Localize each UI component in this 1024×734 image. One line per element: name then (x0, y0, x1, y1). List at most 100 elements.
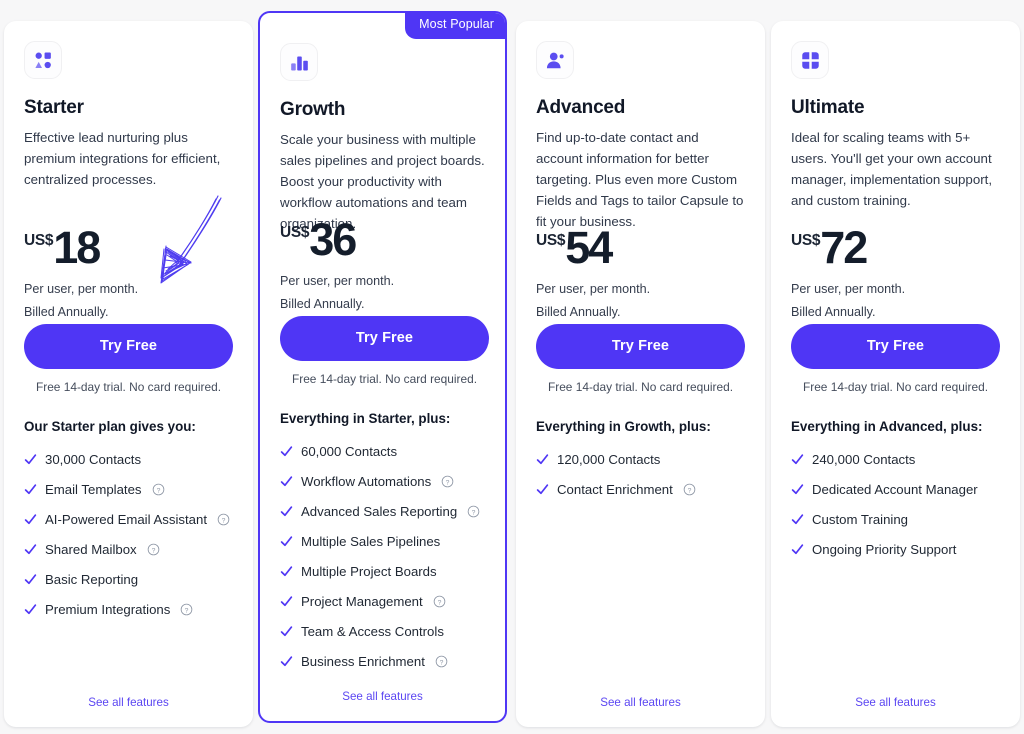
feature-label: Shared Mailbox (45, 542, 137, 557)
feature-label: Multiple Sales Pipelines (301, 534, 441, 549)
plan-name: Ultimate (791, 97, 865, 118)
user-plus-icon (536, 41, 574, 79)
plan-description: Find up-to-date contact and account info… (536, 130, 744, 229)
pricing-plans-board: Starter Effective lead nurturing plus pr… (0, 0, 1024, 734)
feature-label: AI-Powered Email Assistant (45, 512, 207, 527)
price-note-billing: Billed Annually. (536, 305, 621, 320)
price-note-per-user: Per user, per month. (791, 282, 906, 297)
svg-text:?: ? (222, 517, 226, 524)
check-icon (280, 626, 293, 637)
svg-text:?: ? (446, 479, 450, 486)
price-currency: US$ (536, 232, 566, 249)
check-icon (791, 514, 804, 525)
price-block: US$ 72 Per user, per month. Billed Annua… (791, 222, 906, 320)
svg-text:?: ? (472, 509, 476, 516)
feature-item: Project Management ? (280, 594, 495, 609)
check-icon (280, 476, 293, 487)
help-icon[interactable]: ? (467, 505, 480, 518)
help-icon[interactable]: ? (441, 475, 454, 488)
help-icon[interactable]: ? (435, 655, 448, 668)
feature-item: Advanced Sales Reporting ? (280, 504, 495, 519)
svg-text:?: ? (185, 607, 189, 614)
try-free-button[interactable]: Try Free (536, 324, 745, 369)
price-block: US$ 54 Per user, per month. Billed Annua… (536, 222, 650, 320)
features-list: Our Starter plan gives you: 30,000 Conta… (24, 419, 239, 632)
try-free-button[interactable]: Try Free (280, 316, 489, 361)
help-icon[interactable]: ? (433, 595, 446, 608)
features-title: Everything in Starter, plus: (280, 411, 451, 426)
price-note-per-user: Per user, per month. (280, 274, 395, 289)
feature-item: Custom Training (791, 512, 1006, 527)
check-icon (280, 536, 293, 547)
svg-text:?: ? (156, 487, 160, 494)
cta-subtext: Free 14-day trial. No card required. (35, 380, 222, 394)
feature-item: Workflow Automations ? (280, 474, 495, 489)
feature-label: Custom Training (812, 512, 909, 527)
feature-label: Project Management (301, 594, 423, 609)
check-icon (24, 604, 37, 615)
shapes-grid-icon (24, 41, 62, 79)
help-icon[interactable]: ? (147, 543, 160, 556)
price-note-billing: Billed Annually. (24, 305, 109, 320)
cta-wrapper: Try Free Free 14-day trial. No card requ… (24, 324, 233, 394)
cta-subtext: Free 14-day trial. No card required. (547, 380, 734, 394)
features-list: Everything in Advanced, plus: 240,000 Co… (791, 419, 1006, 572)
features-list: Everything in Starter, plus: 60,000 Cont… (280, 411, 495, 684)
help-icon[interactable]: ? (683, 483, 696, 496)
price-amount: 54 (565, 222, 613, 273)
try-free-button[interactable]: Try Free (791, 324, 1000, 369)
help-icon[interactable]: ? (152, 483, 165, 496)
feature-item: 30,000 Contacts (24, 452, 239, 467)
feature-item: AI-Powered Email Assistant ? (24, 512, 239, 527)
plan-name: Starter (24, 97, 84, 118)
cta-wrapper: Try Free Free 14-day trial. No card requ… (280, 316, 489, 386)
check-icon (280, 566, 293, 577)
see-all-features-link[interactable]: See all features (4, 696, 253, 709)
svg-text:?: ? (439, 659, 443, 666)
most-popular-badge: Most Popular (405, 13, 505, 39)
plan-card-ultimate[interactable]: Ultimate Ideal for scaling teams with 5+… (771, 21, 1020, 727)
feature-label: Business Enrichment (301, 654, 425, 669)
try-free-button[interactable]: Try Free (24, 324, 233, 369)
feature-label: Dedicated Account Manager (812, 482, 978, 497)
help-icon[interactable]: ? (180, 603, 193, 616)
check-icon (24, 514, 37, 525)
features-title: Everything in Growth, plus: (536, 419, 711, 434)
see-all-features-link[interactable]: See all features (771, 696, 1020, 709)
cta-subtext: Free 14-day trial. No card required. (291, 372, 478, 386)
feature-item: Multiple Sales Pipelines (280, 534, 495, 549)
feature-item: Team & Access Controls (280, 624, 495, 639)
plan-card-advanced[interactable]: Advanced Find up-to-date contact and acc… (516, 21, 765, 727)
price-amount: 18 (53, 222, 101, 273)
check-icon (280, 446, 293, 457)
price-amount: 72 (820, 222, 868, 273)
check-icon (791, 484, 804, 495)
price-block: US$ 18 Per user, per month. Billed Annua… (24, 222, 139, 320)
check-icon (24, 484, 37, 495)
feature-item: Shared Mailbox ? (24, 542, 239, 557)
check-icon (536, 484, 549, 495)
cta-wrapper: Try Free Free 14-day trial. No card requ… (536, 324, 745, 394)
svg-text:?: ? (151, 547, 155, 554)
plan-card-growth[interactable]: Most Popular Growth Scale your business … (258, 11, 507, 723)
help-icon[interactable]: ? (217, 513, 230, 526)
svg-text:?: ? (437, 599, 441, 606)
price-block: US$ 36 Per user, per month. Billed Annua… (280, 214, 395, 312)
feature-label: Team & Access Controls (301, 624, 444, 639)
feature-item: Ongoing Priority Support (791, 542, 1006, 557)
price-row: US$ 18 (24, 222, 138, 273)
see-all-features-link[interactable]: See all features (516, 696, 765, 709)
price-currency: US$ (280, 224, 310, 241)
plan-card-starter[interactable]: Starter Effective lead nurturing plus pr… (4, 21, 253, 727)
check-icon (280, 596, 293, 607)
feature-item: Multiple Project Boards (280, 564, 495, 579)
feature-item: 60,000 Contacts (280, 444, 495, 459)
price-amount: 36 (309, 214, 357, 265)
see-all-features-link[interactable]: See all features (260, 690, 505, 703)
feature-label: 60,000 Contacts (301, 444, 398, 459)
cta-subtext: Free 14-day trial. No card required. (802, 380, 989, 394)
feature-item: Basic Reporting (24, 572, 239, 587)
price-note-per-user: Per user, per month. (24, 282, 139, 297)
cta-wrapper: Try Free Free 14-day trial. No card requ… (791, 324, 1000, 394)
price-row: US$ 54 (536, 222, 650, 273)
